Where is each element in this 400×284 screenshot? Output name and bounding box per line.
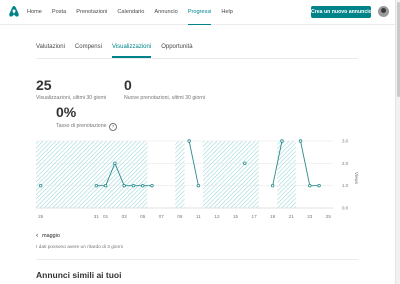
progress-tabs: Valutazioni Compensi Visualizzazioni Opp… [36, 40, 203, 58]
page-scrollbar[interactable] [395, 0, 400, 284]
views-chart: 25 31 01 03 05 07 09 11 13 15 17 19 21 23 25 0.0 1.0 2.0… [36, 139, 359, 219]
tab-views[interactable]: Visualizzazioni [111, 40, 152, 58]
booking-rate-label: Tasso di prenotazione [56, 123, 107, 129]
bookings-label: Nuove prenotazioni, ultimi 30 giorni [124, 95, 206, 101]
data-point[interactable] [38, 183, 43, 188]
similar-listings-title: Annunci simili ai tuoi [36, 270, 122, 280]
y-tick-label: 3.0 [342, 139, 349, 144]
nav-calendar[interactable]: Calendario [117, 0, 144, 24]
bookings-count: 0 [124, 77, 132, 93]
x-tick-label: 13 [214, 214, 220, 219]
create-listing-button[interactable]: Crea un nuovo annuncio [311, 6, 372, 18]
previous-month-link[interactable]: ‹ maggio [36, 232, 60, 239]
tab-reviews[interactable]: Valutazioni [36, 40, 65, 58]
data-point[interactable] [103, 183, 108, 188]
chevron-left-icon: ‹ [36, 232, 39, 239]
data-point[interactable] [317, 183, 321, 188]
nav-reservations[interactable]: Prenotazioni [76, 0, 107, 24]
data-point[interactable] [94, 183, 99, 188]
data-point[interactable] [187, 139, 191, 143]
x-tick-label: 11 [196, 214, 201, 219]
nav-progress[interactable]: Progressi [187, 0, 211, 25]
x-tick-label: 31 [94, 214, 100, 219]
unavailable-period [175, 141, 185, 208]
previous-month-label: maggio [42, 233, 60, 239]
y-tick-label: 1.0 [342, 183, 349, 188]
tab-opportunities[interactable]: Opportunità [161, 40, 192, 58]
nav-help[interactable]: Help [221, 0, 233, 24]
data-point[interactable] [196, 183, 201, 188]
nav-inbox[interactable]: Posta [52, 0, 66, 24]
x-tick-label: 07 [159, 214, 165, 219]
x-tick-label: 15 [233, 214, 239, 219]
data-point[interactable] [131, 183, 136, 188]
data-point[interactable] [270, 183, 275, 188]
data-point[interactable] [122, 183, 126, 188]
section-divider [36, 259, 358, 260]
main-nav: Home Posta Prenotazioni Calendario Annun… [27, 0, 243, 25]
data-point[interactable] [308, 183, 312, 188]
tabs-divider [36, 58, 358, 59]
x-tick-label: 23 [307, 214, 313, 219]
x-tick-label: 17 [252, 214, 258, 219]
nav-listing[interactable]: Annuncio [154, 0, 177, 24]
x-tick-label: 21 [289, 214, 295, 219]
x-tick-label: 25 [326, 214, 332, 219]
data-point[interactable] [298, 139, 303, 143]
tab-earnings[interactable]: Compensi [75, 40, 102, 58]
info-icon[interactable]: ? [109, 123, 117, 131]
unavailable-period [36, 141, 101, 208]
unavailable-period [203, 141, 259, 208]
booking-rate-value: 0% [56, 104, 77, 120]
brand-logo-icon[interactable] [8, 5, 20, 18]
y-axis-label: Views [354, 172, 359, 185]
data-point[interactable] [150, 183, 154, 188]
data-point[interactable] [141, 183, 145, 188]
y-tick-label: 2.0 [342, 161, 349, 166]
x-tick-label: 03 [122, 214, 128, 219]
x-tick-label: 25 [38, 214, 44, 219]
data-delay-note: I dati possono avere un ritardo di 3 gio… [36, 245, 123, 250]
top-navigation-bar: Home Posta Prenotazioni Calendario Annun… [0, 0, 400, 25]
data-point[interactable] [243, 161, 247, 166]
x-tick-label: 09 [177, 214, 183, 219]
user-avatar[interactable] [378, 6, 389, 17]
x-tick-label: 05 [140, 214, 146, 219]
data-point[interactable] [280, 139, 284, 143]
x-tick-label: 01 [103, 214, 109, 219]
unavailable-period [100, 141, 148, 208]
y-tick-label: 0.0 [342, 206, 349, 211]
nav-home[interactable]: Home [27, 0, 42, 24]
views-label: Visualizzazioni, ultimi 30 giorni [36, 95, 107, 101]
data-point[interactable] [113, 161, 117, 166]
x-tick-label: 19 [270, 214, 276, 219]
views-count: 25 [36, 77, 52, 93]
